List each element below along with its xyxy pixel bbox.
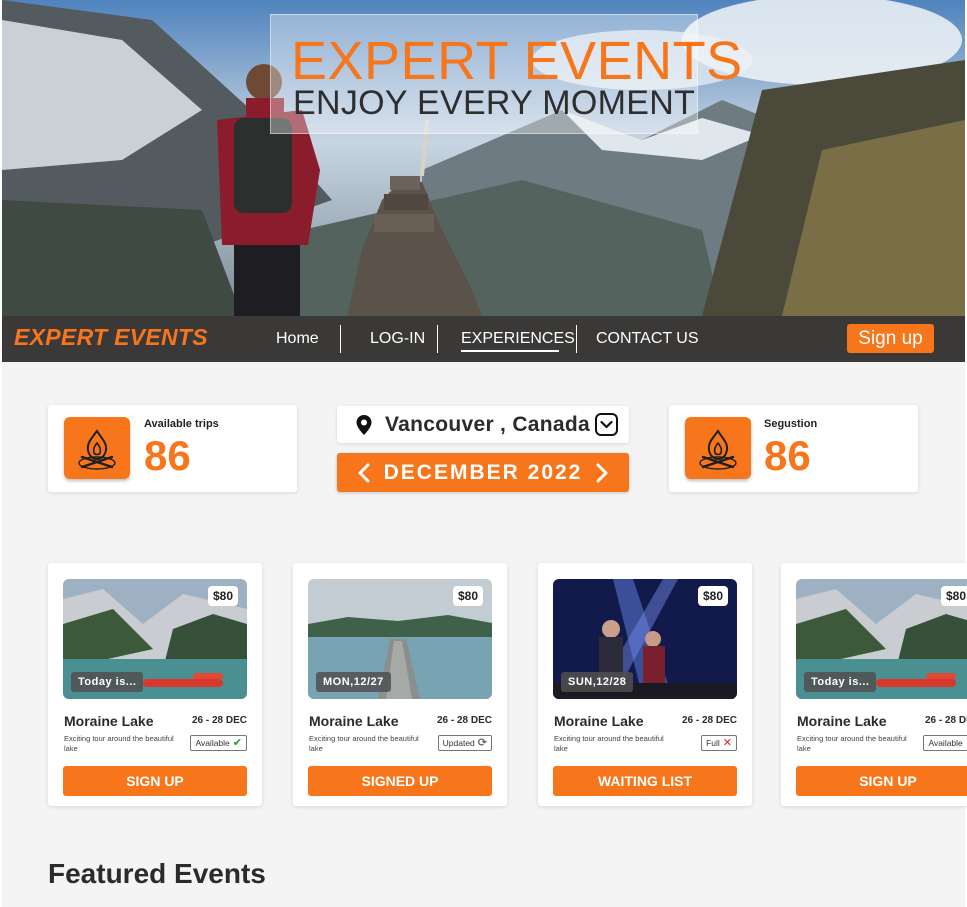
location-text: Vancouver , Canada: [385, 413, 590, 436]
status-label: Available: [928, 738, 963, 748]
chevron-left-icon[interactable]: [357, 463, 371, 483]
event-dates: 26 - 28 DEC: [681, 715, 737, 726]
nav-divider: [437, 325, 438, 353]
stat-label: Available trips: [144, 418, 219, 430]
stat-card-segustion: Segustion 86: [669, 405, 918, 492]
event-dates: 26 - 28 DEC: [191, 715, 247, 726]
stat-label: Segustion: [764, 418, 818, 430]
event-title: Moraine Lake: [554, 713, 644, 729]
location-pin-icon: [356, 415, 372, 435]
featured-events-heading: Featured Events: [48, 858, 266, 889]
hero-subtitle: ENJOY EVERY MOMENT: [293, 84, 696, 122]
sign-up-button[interactable]: SIGN UP: [63, 766, 247, 796]
event-card[interactable]: $80 Today is... Moraine Lake 26 - 28 DEC…: [781, 563, 967, 806]
sign-up-button[interactable]: Sign up: [847, 324, 934, 353]
status-label: Updated: [442, 738, 475, 748]
main-content: Available trips 86 Vancouver , Canada DE…: [2, 362, 967, 907]
chevron-right-icon[interactable]: [595, 463, 609, 483]
location-selector[interactable]: Vancouver , Canada: [337, 406, 629, 443]
date-tag: MON,12/27: [316, 672, 391, 692]
price-tag: $80: [207, 586, 238, 606]
event-dates: 26 - 28 DEC: [436, 715, 492, 726]
sign-up-button[interactable]: SIGN UP: [796, 766, 967, 796]
event-card[interactable]: $80 SUN,12/28 Moraine Lake 26 - 28 DEC E…: [538, 563, 752, 806]
nav-item-contact-us[interactable]: CONTACT US: [596, 330, 699, 348]
waiting-list-button[interactable]: WAITING LIST: [553, 766, 737, 796]
status-label: Available: [195, 738, 230, 748]
campfire-icon: [685, 417, 751, 479]
nav-active-underline: [461, 350, 559, 352]
status-badge: Full ✕: [701, 735, 737, 751]
event-description: Exciting tour around the beautiful lake: [554, 734, 664, 753]
refresh-icon: ⟳: [477, 737, 487, 749]
checkmark-icon: ✔: [232, 737, 242, 749]
price-tag: $80: [697, 586, 728, 606]
stat-value: 86: [144, 432, 191, 479]
event-image-lake-pier: $80 MON,12/27: [308, 579, 492, 699]
event-dates: 26 - 28 DEC: [924, 715, 967, 726]
event-card[interactable]: $80 MON,12/27 Moraine Lake 26 - 28 DEC E…: [293, 563, 507, 806]
event-image-concert: $80 SUN,12/28: [553, 579, 737, 699]
hero-title: EXPERT EVENTS: [291, 31, 743, 91]
nav-item-log-in[interactable]: LOG-IN: [370, 330, 425, 348]
close-icon: ✕: [722, 737, 732, 749]
event-card[interactable]: $80 Today is... Moraine Lake 26 - 28 DEC…: [48, 563, 262, 806]
month-label: DECEMBER 2022: [383, 461, 583, 484]
price-tag: $80: [452, 586, 483, 606]
date-tag: SUN,12/28: [561, 672, 634, 692]
event-title: Moraine Lake: [797, 713, 887, 729]
price-tag: $80: [940, 586, 967, 606]
event-title: Moraine Lake: [64, 713, 154, 729]
stat-value: 86: [764, 432, 811, 479]
event-description: Exciting tour around the beautiful lake: [309, 734, 419, 753]
hero-banner: EXPERT EVENTS ENJOY EVERY MOMENT: [2, 0, 965, 316]
brand-logo[interactable]: EXPERT EVENTS: [14, 324, 208, 351]
campfire-icon: [64, 417, 130, 479]
nav-item-experiences[interactable]: EXPERIENCES: [461, 330, 575, 348]
event-image-lake-kayaks: $80 Today is...: [63, 579, 247, 699]
status-badge: Available✔: [923, 735, 967, 751]
status-badge: Available✔: [190, 735, 247, 751]
status-badge: Updated ⟳: [437, 735, 492, 751]
event-description: Exciting tour around the beautiful lake: [797, 734, 907, 753]
event-image-lake-kayaks: $80 Today is...: [796, 579, 967, 699]
status-label: Full: [706, 738, 720, 748]
signed-up-button[interactable]: SIGNED UP: [308, 766, 492, 796]
nav-divider: [340, 325, 341, 353]
navbar: EXPERT EVENTS Home LOG-IN EXPERIENCES CO…: [2, 316, 965, 362]
event-description: Exciting tour around the beautiful lake: [64, 734, 174, 753]
stat-card-available-trips: Available trips 86: [48, 405, 297, 492]
date-tag: Today is...: [804, 672, 877, 692]
event-title: Moraine Lake: [309, 713, 399, 729]
month-selector: DECEMBER 2022: [337, 453, 629, 492]
hero-title-box: EXPERT EVENTS ENJOY EVERY MOMENT: [270, 14, 743, 134]
nav-divider: [576, 325, 577, 353]
page: EXPERT EVENTS ENJOY EVERY MOMENT EXPERT …: [0, 0, 967, 907]
nav-item-home[interactable]: Home: [276, 330, 319, 348]
date-tag: Today is...: [71, 672, 144, 692]
chevron-down-icon[interactable]: [595, 413, 618, 436]
